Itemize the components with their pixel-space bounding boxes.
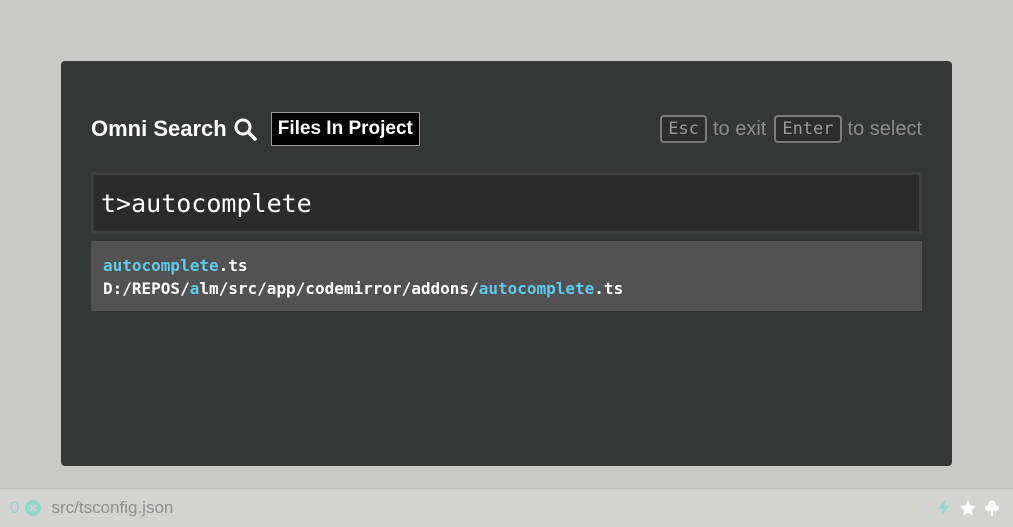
error-icon[interactable] [25, 500, 42, 516]
result-filename: autocomplete.ts [103, 254, 922, 277]
search-field[interactable] [91, 172, 922, 234]
active-file-path[interactable]: src/tsconfig.json [51, 498, 173, 518]
result-item[interactable]: autocomplete.ts D:/REPOS/alm/src/app/cod… [91, 241, 922, 311]
star-icon[interactable] [959, 499, 977, 517]
result-filename-ext: .ts [218, 256, 248, 275]
esc-hint-text: to exit [712, 117, 767, 140]
status-icons [935, 499, 1001, 517]
result-path-part: D:/REPOS/ [103, 279, 190, 298]
omni-search-modal: Omni Search Files In Project Esc to exit… [61, 61, 952, 466]
omni-search-title: Omni Search [91, 116, 257, 142]
bolt-icon[interactable] [935, 499, 953, 517]
result-filename-match: autocomplete [103, 256, 219, 275]
result-path-match: a [189, 279, 200, 298]
keyboard-hints: Esc to exit Enter to select [660, 115, 922, 143]
modal-header: Omni Search Files In Project Esc to exit… [91, 111, 922, 147]
search-mode-badge[interactable]: Files In Project [270, 112, 420, 146]
result-path: D:/REPOS/alm/src/app/codemirror/addons/a… [103, 277, 922, 300]
title-label: Omni Search [91, 116, 227, 141]
status-bar: 0 src/tsconfig.json [0, 488, 1013, 527]
search-input[interactable] [99, 187, 919, 219]
enter-key: Enter [774, 115, 842, 143]
error-count[interactable]: 0 [10, 498, 19, 518]
result-path-part: lm/src/app/codemirror/addons/ [199, 279, 479, 298]
result-path-match: autocomplete [478, 279, 595, 298]
result-path-part: .ts [594, 279, 624, 298]
esc-key: Esc [660, 115, 707, 143]
tree-icon[interactable] [983, 499, 1001, 517]
enter-hint-text: to select [847, 117, 922, 140]
search-icon [233, 117, 257, 141]
